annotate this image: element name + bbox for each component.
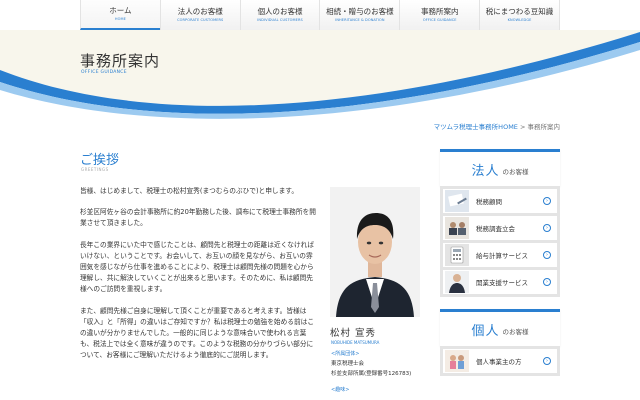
businessman-icon bbox=[445, 271, 469, 293]
nav-sublabel: HOME bbox=[114, 17, 126, 21]
nav-inheritance[interactable]: 相続・贈与のお客様 INHERITANCE & DONATION bbox=[319, 0, 400, 30]
nav-knowledge[interactable]: 税にまつわる豆知識 KNOWLEDGE bbox=[479, 0, 560, 30]
sidebar-item-tax-audit[interactable]: 税務調査立会 › bbox=[443, 216, 557, 240]
sidebar-list-individual: 個人事業主の方 › bbox=[440, 346, 560, 376]
nav-individual[interactable]: 個人のお客様 INDIVIDUAL CUSTOMERS bbox=[239, 0, 320, 30]
affiliation-value: 東京税理士会 bbox=[331, 361, 365, 367]
nav-sublabel: INDIVIDUAL CUSTOMERS bbox=[257, 18, 303, 22]
sidebar-item-tax-advisory[interactable]: 税務顧問 › bbox=[443, 189, 557, 213]
main-nav: ホーム HOME 法人のお客様 CORPORATE CUSTOMERS 個人のお… bbox=[80, 0, 560, 30]
greeting-text: 皆様、はじめまして、税理士の松村宣秀(まつむらのぶひで)と申します。 杉並区阿佐… bbox=[80, 186, 318, 372]
meeting-icon bbox=[445, 217, 469, 239]
sidebar-heading-sub: のお客様 bbox=[502, 328, 529, 336]
wave-decoration bbox=[0, 32, 640, 125]
nav-label: 法人のお客様 bbox=[177, 7, 223, 16]
family-icon bbox=[445, 350, 469, 372]
sidebar-item-payroll[interactable]: 給与計算サービス › bbox=[443, 243, 557, 267]
nav-sublabel: INHERITANCE & DONATION bbox=[335, 18, 385, 22]
sidebar-heading-main: 個人 bbox=[471, 323, 500, 339]
page-subtitle: OFFICE GUIDANCE bbox=[81, 70, 127, 75]
paragraph: また、顧問先様ご自身に理解して頂くことが重要であると考えます。皆様は「収入」と「… bbox=[80, 306, 315, 360]
sidebar-heading-individual: 個人 のお客様 bbox=[440, 309, 560, 346]
affiliation-detail: 杉並支部所属(登録番号126783) bbox=[331, 371, 412, 377]
person-portrait-icon bbox=[330, 187, 420, 317]
arrow-right-icon: › bbox=[543, 224, 551, 232]
nav-label: 事務所案内 bbox=[420, 7, 459, 16]
profile-photo bbox=[330, 187, 420, 317]
calculator-icon bbox=[445, 244, 469, 266]
arrow-right-icon: › bbox=[543, 251, 551, 259]
nav-home[interactable]: ホーム HOME bbox=[80, 0, 160, 30]
breadcrumb-current: 事務所案内 bbox=[527, 123, 561, 131]
sidebar-item-startup-support[interactable]: 開業支援サービス › bbox=[443, 270, 557, 294]
breadcrumb: マツムラ税理士事務所HOME > 事務所案内 bbox=[434, 121, 560, 131]
paragraph: 長年この業界にいた中で感じたことは、顧問先と税理士の距離は近くなければいけない、… bbox=[80, 240, 315, 294]
sidebar-item-label: 税務調査立会 bbox=[476, 225, 515, 233]
nav-office[interactable]: 事務所案内 OFFICE GUIDANCE bbox=[399, 0, 480, 30]
page-title: 事務所案内 bbox=[80, 52, 161, 70]
sidebar-item-label: 個人事業主の方 bbox=[476, 358, 522, 366]
arrow-right-icon: › bbox=[543, 197, 551, 205]
breadcrumb-separator: > bbox=[517, 123, 528, 131]
breadcrumb-home-link[interactable]: マツムラ税理士事務所HOME bbox=[434, 123, 518, 131]
sidebar-heading-sub: のお客様 bbox=[502, 168, 529, 176]
affiliation-label: <所属団体> bbox=[331, 351, 360, 357]
arrow-right-icon: › bbox=[543, 357, 551, 365]
sidebar-heading-corporate: 法人 のお客様 bbox=[440, 149, 560, 186]
hobby-label: <趣味> bbox=[331, 387, 350, 393]
paragraph: 皆様、はじめまして、税理士の松村宣秀(まつむらのぶひで)と申します。 bbox=[80, 187, 299, 195]
section-subtitle: GREETINGS bbox=[81, 167, 109, 172]
profile-name-en: NOBUHIDE MATSUMURA bbox=[331, 340, 380, 345]
sidebar-list-corporate: 税務顧問 › 税務調査立会 › 給与計算サービス › 開業支援サービス › bbox=[440, 186, 560, 297]
nav-label: 相続・贈与のお客様 bbox=[326, 7, 394, 16]
nav-sublabel: CORPORATE CUSTOMERS bbox=[177, 18, 224, 22]
nav-sublabel: OFFICE GUIDANCE bbox=[422, 18, 457, 22]
paragraph: 杉並区阿佐ヶ谷の会計事務所に約20年勤務した後、調布にて税理士事務所を開業させて… bbox=[80, 208, 316, 228]
nav-corporate[interactable]: 法人のお客様 CORPORATE CUSTOMERS bbox=[159, 0, 240, 30]
nav-label: 個人のお客様 bbox=[257, 7, 303, 16]
sidebar-heading-main: 法人 bbox=[471, 163, 500, 179]
section-title: ご挨拶 bbox=[80, 153, 120, 168]
profile-name: 松村 宣秀 bbox=[330, 328, 377, 339]
nav-label: ホーム bbox=[109, 6, 132, 15]
arrow-right-icon: › bbox=[543, 278, 551, 286]
sidebar-item-label: 税務顧問 bbox=[476, 198, 502, 206]
page-header-banner bbox=[0, 30, 640, 125]
sidebar-item-label: 開業支援サービス bbox=[476, 279, 528, 287]
sidebar: 法人 のお客様 税務顧問 › 税務調査立会 › 給与計算サービス › 開業支援サ… bbox=[440, 149, 560, 376]
sidebar-item-label: 給与計算サービス bbox=[476, 252, 528, 260]
nav-sublabel: KNOWLEDGE bbox=[507, 18, 532, 22]
document-pen-icon bbox=[445, 190, 469, 212]
sidebar-item-sole-proprietor[interactable]: 個人事業主の方 › bbox=[443, 349, 557, 373]
nav-label: 税にまつわる豆知識 bbox=[485, 7, 554, 16]
